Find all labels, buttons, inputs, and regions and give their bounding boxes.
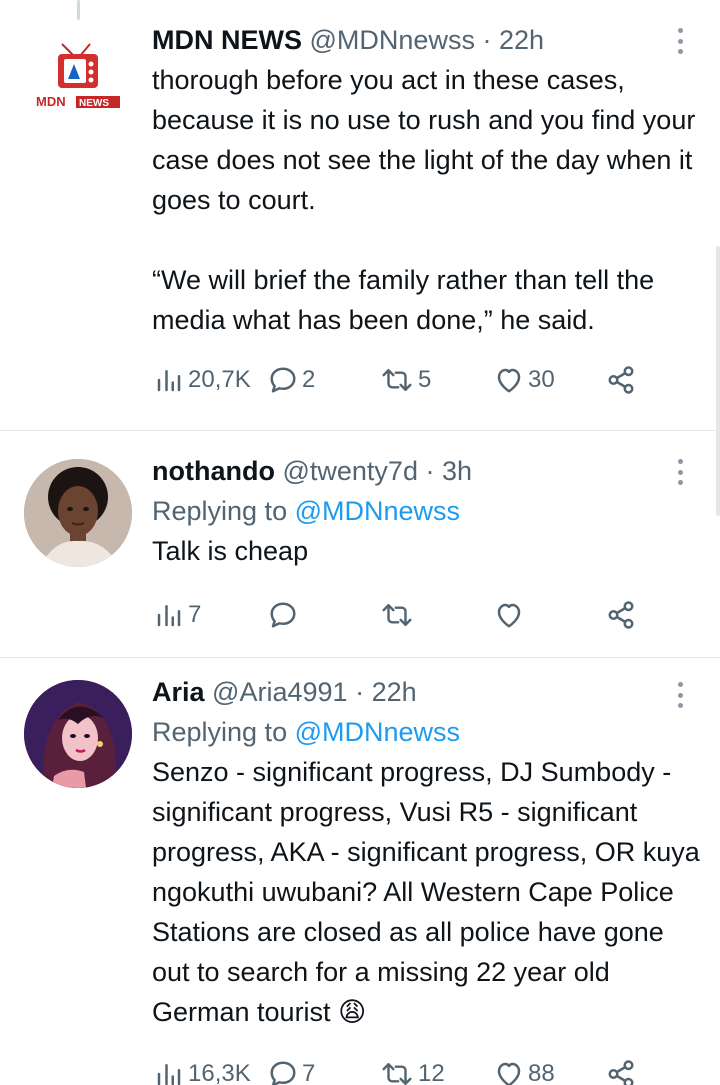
svg-text:MDN: MDN [36, 94, 66, 109]
avatar-mdn-news[interactable]: MDN NEWS [24, 24, 132, 132]
author-name[interactable]: nothando [152, 456, 275, 486]
reply-button[interactable]: 2 [268, 360, 315, 400]
reply-count: 7 [302, 1060, 316, 1085]
like-button[interactable] [494, 595, 528, 635]
retweet-button[interactable] [380, 595, 418, 635]
separator-dot: · [482, 25, 492, 55]
bar-chart-icon [157, 605, 181, 627]
heart-icon [497, 1062, 521, 1085]
replying-to-label: Replying to [152, 496, 288, 526]
retweet-icon [382, 369, 412, 391]
mdn-news-logo: MDN NEWS [36, 43, 120, 109]
separator-dot: · [355, 677, 365, 707]
author-handle[interactable]: @MDNnewss [310, 25, 475, 55]
tweet-header: Aria @Aria4991 · 22h [152, 672, 700, 712]
tweet[interactable]: Aria @Aria4991 · 22h Replying to @MDNnew… [0, 658, 720, 1085]
timestamp[interactable]: 22h [499, 25, 544, 55]
more-vertical-icon[interactable] [668, 24, 692, 58]
views-count: 16,3K [188, 1060, 251, 1085]
tweet-header: nothando @twenty7d · 3h [152, 451, 700, 491]
reply-button[interactable] [268, 595, 302, 635]
profile-photo [24, 459, 132, 567]
author-handle[interactable]: @twenty7d [282, 456, 417, 486]
separator-dot: · [425, 456, 435, 486]
avatar-aria[interactable] [24, 680, 132, 788]
speech-bubble-icon [270, 367, 296, 393]
like-button[interactable]: 30 [494, 360, 555, 400]
author-name[interactable]: Aria [152, 677, 205, 707]
heart-icon [497, 603, 521, 628]
tweet-text: Senzo - significant progress, DJ Sumbody… [152, 752, 700, 1032]
tweet-header: MDN NEWS @MDNnewss · 22h [152, 20, 700, 60]
replying-to: Replying to @MDNnewss [152, 712, 700, 752]
views-button[interactable]: 20,7K [154, 360, 251, 400]
timestamp[interactable]: 3h [442, 456, 472, 486]
more-vertical-icon[interactable] [668, 678, 692, 712]
retweet-icon [382, 1063, 412, 1085]
tweet-text: thorough before you act in these cases, … [152, 65, 696, 335]
retweet-button[interactable]: 5 [380, 360, 431, 400]
action-bar: 7 [154, 595, 700, 635]
svg-text:NEWS: NEWS [79, 98, 109, 109]
profile-illustration [24, 680, 132, 788]
share-icon [608, 366, 634, 394]
reply-thread: MDN NEWS MDN NEWS @MDNnewss · 22h thorou… [0, 0, 720, 1085]
bar-chart-icon [157, 1064, 181, 1085]
avatar-nothando[interactable] [24, 459, 132, 567]
action-bar: 20,7K 2 5 30 [154, 360, 700, 400]
heart-icon [497, 368, 521, 393]
like-button[interactable]: 88 [494, 1054, 555, 1085]
author-name[interactable]: MDN NEWS [152, 25, 302, 55]
like-count: 30 [528, 366, 555, 393]
tweet[interactable]: MDN NEWS MDN NEWS @MDNnewss · 22h thorou… [0, 0, 720, 430]
timestamp[interactable]: 22h [372, 677, 417, 707]
reply-count: 2 [302, 366, 316, 393]
more-vertical-icon[interactable] [668, 455, 692, 489]
tweet[interactable]: nothando @twenty7d · 3h Replying to @MDN… [0, 431, 720, 657]
share-icon [608, 601, 634, 629]
retweet-icon [382, 604, 412, 626]
action-bar: 16,3K 7 12 88 [154, 1054, 700, 1085]
share-button[interactable] [606, 360, 636, 400]
views-count: 7 [188, 601, 202, 628]
replying-to-mention[interactable]: @MDNnewss [295, 717, 460, 747]
retweet-count: 12 [418, 1060, 445, 1085]
reply-button[interactable]: 7 [268, 1054, 315, 1085]
replying-to-label: Replying to [152, 717, 288, 747]
speech-bubble-icon [270, 1061, 296, 1085]
author-handle[interactable]: @Aria4991 [212, 677, 348, 707]
replying-to: Replying to @MDNnewss [152, 491, 700, 531]
retweet-button[interactable]: 12 [380, 1054, 445, 1085]
like-count: 88 [528, 1060, 555, 1085]
share-icon [608, 1060, 634, 1085]
views-button[interactable]: 16,3K [154, 1054, 251, 1085]
speech-bubble-icon [270, 602, 296, 628]
tweet-text-body: Senzo - significant progress, DJ Sumbody… [152, 757, 700, 1027]
bar-chart-icon [157, 370, 181, 392]
retweet-count: 5 [418, 366, 432, 393]
views-button[interactable]: 7 [154, 595, 201, 635]
share-button[interactable] [606, 1054, 636, 1085]
replying-to-mention[interactable]: @MDNnewss [295, 496, 460, 526]
share-button[interactable] [606, 595, 636, 635]
weary-face-emoji: 😩 [338, 997, 367, 1027]
views-count: 20,7K [188, 366, 251, 393]
tweet-text: Talk is cheap [152, 536, 309, 566]
